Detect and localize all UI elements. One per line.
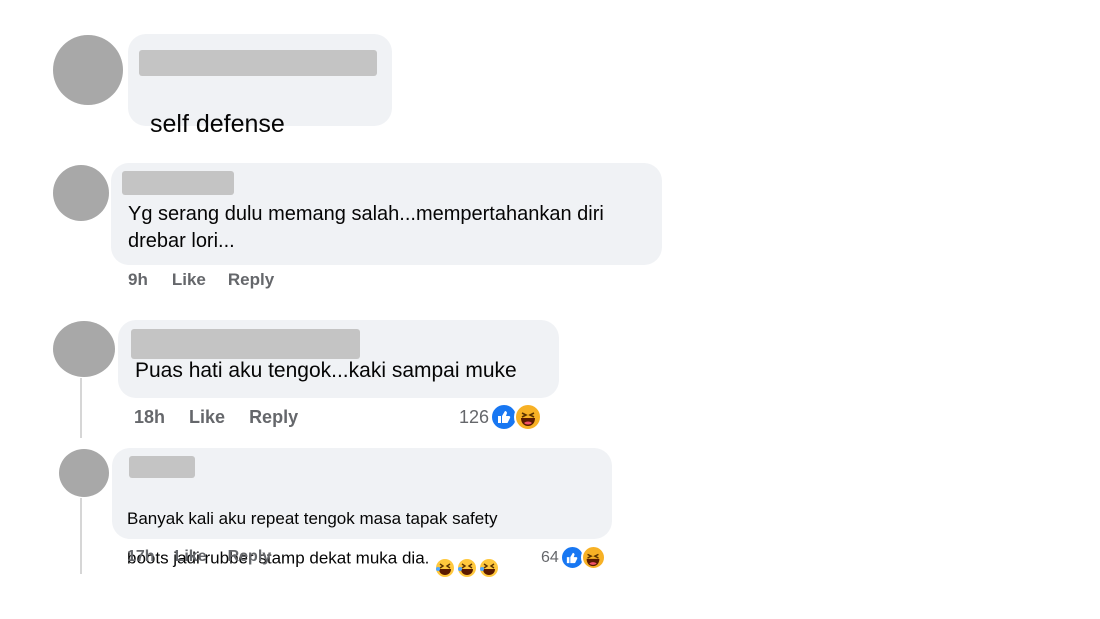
reaction-summary[interactable]: 126 — [459, 403, 543, 431]
haha-reaction-icon — [580, 545, 606, 570]
avatar[interactable] — [53, 35, 123, 105]
comment-timestamp[interactable]: 17h — [127, 548, 155, 566]
comment-timestamp[interactable]: 9h — [128, 270, 148, 290]
avatar[interactable] — [53, 165, 109, 221]
commenter-name-redacted[interactable] — [131, 329, 360, 359]
reply-button[interactable]: Reply — [228, 270, 274, 290]
rolling-laughing-emoji-icon — [435, 532, 455, 586]
comment-bubble: Puas hati aku tengok...kaki sampai muke — [118, 320, 559, 398]
reaction-count: 64 — [541, 548, 559, 566]
rolling-laughing-emoji-icon — [479, 532, 499, 586]
avatar[interactable] — [53, 321, 115, 377]
rolling-laughing-emoji-icon — [457, 532, 477, 586]
reaction-count: 126 — [459, 406, 490, 427]
haha-reaction-icon — [514, 403, 543, 431]
comment-bubble: Yg serang dulu memang salah...mempertaha… — [111, 163, 662, 265]
reaction-summary[interactable]: 64 — [541, 545, 606, 570]
comment-timestamp[interactable]: 18h — [134, 407, 165, 428]
comment-actions: 17h Like Reply — [127, 548, 271, 566]
comment-bubble: Banyak kali aku repeat tengok masa tapak… — [112, 448, 612, 577]
comment-text: Banyak kali aku repeat tengok masa tapak… — [127, 480, 499, 586]
thread-line — [80, 498, 82, 574]
reply-button[interactable]: Reply — [249, 407, 298, 428]
thread-line — [80, 378, 82, 438]
comment-text-body: self defense — [150, 110, 285, 139]
comment-text: Yg serang dulu memang salah...mempertaha… — [128, 203, 604, 252]
avatar[interactable] — [59, 449, 109, 497]
commenter-name-redacted[interactable] — [129, 456, 195, 478]
like-button[interactable]: Like — [172, 270, 206, 290]
comment-text: Puas hati aku tengok...kaki sampai muke — [135, 359, 517, 382]
comment-actions: 9h Like Reply — [128, 270, 274, 290]
like-button[interactable]: Like — [189, 407, 225, 428]
commenter-name-redacted[interactable] — [122, 171, 234, 195]
like-button[interactable]: Like — [175, 548, 207, 566]
comment-bubble: self defense — [128, 34, 392, 266]
reply-button[interactable]: Reply — [228, 548, 272, 566]
commenter-name-redacted[interactable] — [139, 50, 377, 76]
comment-actions: 18h Like Reply — [134, 407, 298, 428]
